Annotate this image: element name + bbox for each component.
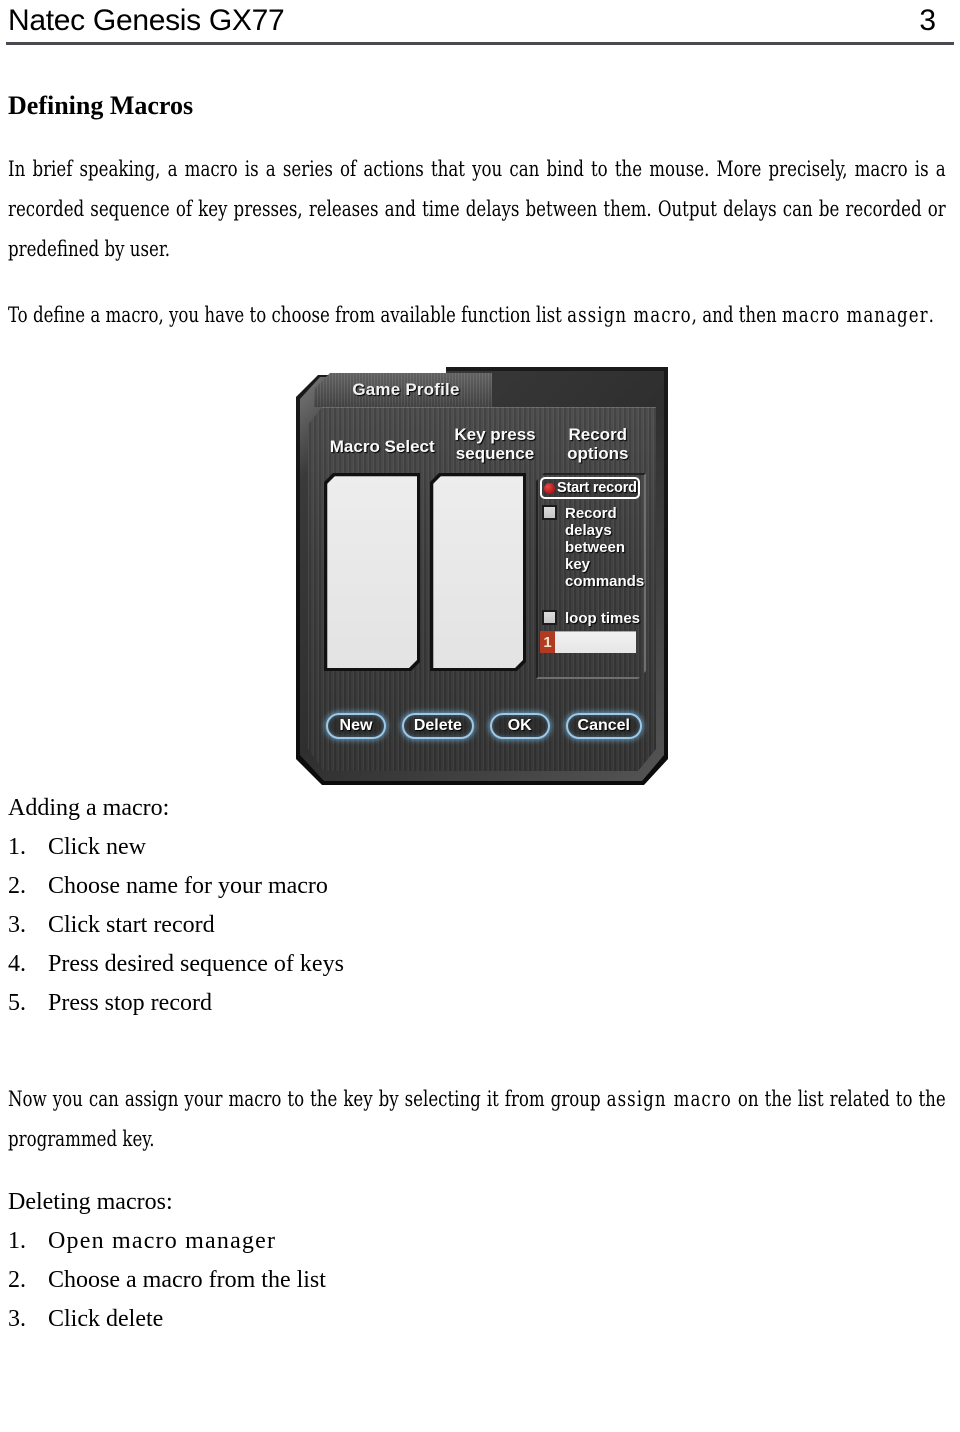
loop-times-value: 1 [540, 631, 555, 653]
loop-times-label: loop times [565, 610, 641, 627]
deleting-macros-steps: 1. Open macro manager 2. Choose a macro fr… [6, 1222, 954, 1339]
record-delays-checkbox[interactable] [542, 505, 557, 520]
tab-game-profile-label: Game Profile [352, 380, 460, 399]
document-header: Natec Genesis GX77 3 [6, 0, 954, 40]
ok-button[interactable]: OK [489, 713, 550, 739]
list-item-text: Click delete [48, 1306, 164, 1332]
dialog-body: Macro Select Key press sequence Record o… [308, 407, 656, 771]
new-button[interactable]: New [326, 713, 386, 739]
list-item-number: 2. [8, 873, 26, 899]
list-item-text: Click new [48, 834, 146, 860]
key-press-sequence-listbox[interactable] [433, 476, 523, 668]
define-macro-paragraph: To define a macro, you have to choose fr… [6, 295, 954, 335]
list-item: 3. Click start record [8, 906, 954, 945]
page-number: 3 [919, 4, 936, 37]
list-item-text: Open macro manager [48, 1228, 277, 1254]
tab-game-profile[interactable]: Game Profile [314, 373, 492, 407]
list-item-text: Press stop record [48, 990, 212, 1016]
label-key-press-sequence: Key press sequence [454, 425, 536, 463]
list-item: 1. Click new [8, 828, 954, 867]
list-item: 2. Choose name for your macro [8, 867, 954, 906]
dialog-button-row: New Delete OK Cancel [318, 713, 650, 739]
header-divider [6, 42, 954, 45]
loop-times-input[interactable]: 1 [540, 631, 636, 653]
record-delays-checkbox-row[interactable]: Record delays between key commands [542, 505, 646, 590]
adding-macro-steps: 1. Click new 2. Choose name for your macro… [6, 828, 954, 1023]
loop-times-checkbox-row[interactable]: loop times [542, 610, 646, 627]
document-page: Natec Genesis GX77 3 Defining Macros In … [0, 0, 960, 1432]
deleting-macros-heading: Deleting macros: [8, 1189, 173, 1215]
list-item-number: 1. [8, 1228, 26, 1254]
macro-manager-term: macro manager [781, 303, 929, 327]
section-heading: Defining Macros [8, 91, 194, 120]
start-record-label: Start record [557, 480, 637, 496]
list-item: 3. Click delete [8, 1300, 954, 1339]
assign-macro-paragraph: Now you can assign your macro to the key… [6, 1079, 954, 1159]
list-item-text: Click start record [48, 912, 215, 938]
macro-manager-dialog: Game Profile Macro Select Key press sequ… [296, 367, 668, 785]
define-macro-text-b: , and then [691, 303, 782, 327]
list-item-number: 3. [8, 912, 26, 938]
macro-select-listbox[interactable] [327, 476, 417, 668]
cancel-button[interactable]: Cancel [565, 713, 642, 739]
list-item-number: 4. [8, 951, 26, 977]
adding-macro-heading: Adding a macro: [8, 795, 170, 821]
list-item-number: 2. [8, 1267, 26, 1293]
label-record-options: Record options [567, 425, 629, 463]
list-item-number: 1. [8, 834, 26, 860]
assign-macro-term: assign macro [567, 303, 692, 327]
start-record-button[interactable]: Start record [540, 477, 640, 499]
list-item: 5. Press stop record [8, 984, 954, 1023]
delete-button[interactable]: Delete [401, 713, 474, 739]
list-item: 4. Press desired sequence of keys [8, 945, 954, 984]
list-item-number: 3. [8, 1306, 26, 1332]
list-item-text: Choose a macro from the list [48, 1267, 326, 1293]
label-macro-select: Macro Select [329, 437, 435, 456]
define-macro-text-c: . [928, 303, 934, 327]
document-title: Natec Genesis GX77 [8, 4, 285, 37]
record-dot-icon [544, 482, 555, 494]
define-macro-text-a: To define a macro, you have to choose fr… [8, 303, 568, 327]
intro-paragraph-text: In brief speaking, a macro is a series o… [8, 157, 946, 261]
column-labels: Macro Select Key press sequence Record o… [324, 425, 646, 471]
macro-dialog-figure: Game Profile Macro Select Key press sequ… [6, 359, 954, 789]
list-item: 1. Open macro manager [8, 1222, 954, 1261]
intro-paragraph: In brief speaking, a macro is a series o… [6, 149, 954, 269]
record-delays-label: Record delays between key commands [565, 505, 645, 590]
list-item: 2. Choose a macro from the list [8, 1261, 954, 1300]
loop-times-checkbox[interactable] [542, 610, 557, 625]
list-item-number: 5. [8, 990, 26, 1016]
list-item-text: Press desired sequence of keys [48, 951, 344, 977]
assign-macro-text-a: Now you can assign your macro to the key… [8, 1087, 607, 1111]
assign-macro-term-2: assign macro [606, 1087, 732, 1111]
list-item-text: Choose name for your macro [48, 873, 328, 899]
